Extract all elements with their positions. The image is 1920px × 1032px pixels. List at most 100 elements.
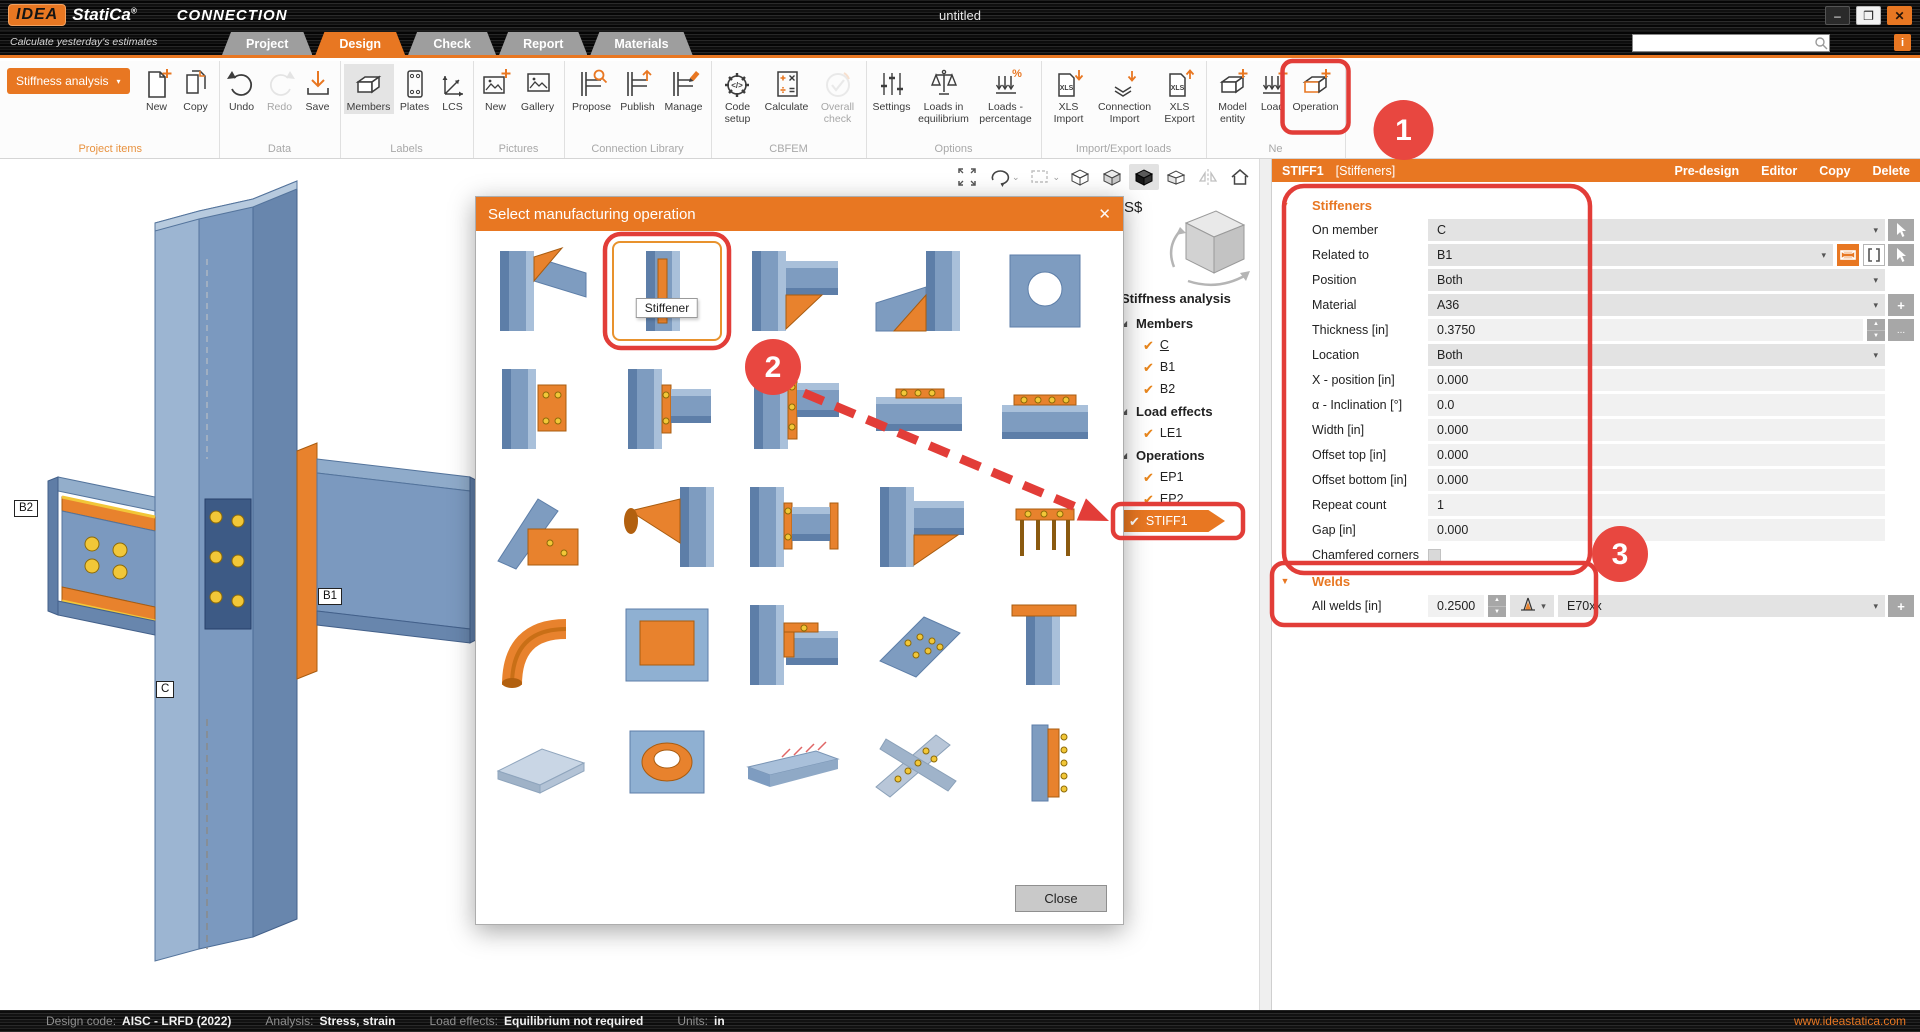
tree-item-ep1[interactable]: ✔EP1 [1121,466,1259,488]
input-thickness-in-[interactable]: 0.3750 [1428,319,1863,341]
value-stepper[interactable]: ▲▼ [1867,319,1885,341]
operation-thumb-stool[interactable] [994,481,1096,573]
tree-item-b1[interactable]: ✔B1 [1121,356,1259,378]
tree-item-c[interactable]: ✔C [1121,334,1259,356]
dropdown-position[interactable]: Both▾ [1428,269,1885,291]
tree-item-le1[interactable]: ✔LE1 [1121,422,1259,444]
ribbon-button-manage[interactable]: Manage [660,64,708,114]
ribbon-button-new[interactable]: New [477,64,515,114]
operation-thumb-base-plate[interactable] [490,717,592,809]
maximize-button[interactable]: ❐ [1856,6,1881,25]
operation-thumb-end-plate[interactable] [742,363,844,455]
operation-thumb-corbel[interactable] [616,363,718,455]
operation-thumb-splice-plates[interactable] [868,363,970,455]
stiffener-position-toggle[interactable] [1837,244,1859,266]
operation-thumb-wedge-cut[interactable] [868,245,970,337]
tab-materials[interactable]: Materials [590,32,692,55]
weld-size-input[interactable]: 0.2500 [1428,595,1484,617]
dropdown-material[interactable]: A36▾ [1428,294,1885,316]
ribbon-button-loads-percentage[interactable]: %Loads - percentage [974,64,1038,125]
ribbon-button-undo[interactable]: Undo [223,64,261,114]
home-view-icon[interactable] [1225,164,1255,190]
tree-section-load-effects[interactable]: ◢Load effects [1121,400,1259,422]
dialog-header[interactable]: Select manufacturing operation ✕ [476,197,1123,231]
dropdown-on-member[interactable]: C▾ [1428,219,1885,241]
ribbon-button-members[interactable]: Members [344,64,394,114]
collapse-triangle-icon[interactable]: ▼ [1272,576,1298,586]
operation-thumb-stiffener[interactable]: Stiffener [616,245,718,337]
input-width-in-[interactable]: 0.000 [1428,419,1885,441]
operation-thumb-flange-plate[interactable] [994,363,1096,455]
dropdown-related-to[interactable]: B1▾ [1428,244,1833,266]
orbit-icon[interactable]: ⌄ [984,164,1023,190]
add-item-button[interactable]: + [1888,595,1914,617]
ribbon-button-publish[interactable]: Publish [616,64,660,114]
dropdown-location[interactable]: Both▾ [1428,344,1885,366]
value-stepper[interactable]: ▲▼ [1488,595,1506,617]
tree-item-b2[interactable]: ✔B2 [1121,378,1259,400]
operation-thumb-bolt-grid[interactable] [868,599,970,691]
ribbon-button-new[interactable]: New [138,64,176,114]
input--inclination-[interactable]: 0.0 [1428,394,1885,416]
operation-thumb-sheeting-plate[interactable] [616,599,718,691]
header-action-delete[interactable]: Delete [1872,164,1910,178]
tree-item-stiff1[interactable]: ✔STIFF1 [1121,510,1225,532]
input-repeat-count[interactable]: 1 [1428,494,1885,516]
checkbox-checked-icon[interactable]: ✔ [1129,515,1140,528]
checkbox-checked-icon[interactable]: ✔ [1143,361,1154,374]
select-in-scene-button[interactable] [1888,244,1914,266]
checkbox-checked-icon[interactable]: ✔ [1143,383,1154,396]
operation-thumb-ring[interactable] [616,717,718,809]
select-in-scene-button[interactable] [1888,219,1914,241]
ribbon-button-gallery[interactable]: Gallery [515,64,561,114]
input-offset-top-in-[interactable]: 0.000 [1428,444,1885,466]
operation-thumb-pipe-bend[interactable] [490,599,592,691]
dialog-close-button[interactable]: Close [1015,885,1107,912]
operation-thumb-bolted-stub[interactable] [742,481,844,573]
search-input[interactable] [1633,37,1813,49]
ribbon-button-model-entity[interactable]: Model entity [1210,64,1256,125]
operation-thumb-anchor-plate[interactable] [994,717,1096,809]
ribbon-button-load[interactable]: Load [1256,64,1290,114]
tab-check[interactable]: Check [408,32,496,55]
ribbon-button-copy[interactable]: Copy [176,64,216,114]
ribbon-button-propose[interactable]: Propose [568,64,616,114]
group-header-welds[interactable]: ▼Welds [1272,568,1914,594]
operation-thumb-opening[interactable] [994,245,1096,337]
search-box[interactable] [1632,34,1830,52]
fit-view-icon[interactable] [952,164,982,190]
info-button[interactable]: i [1894,34,1911,51]
ribbon-button-settings[interactable]: Settings [870,64,914,114]
plate-orientation-toggle[interactable] [1863,244,1885,266]
website-link[interactable]: www.ideastatica.com [1794,1014,1906,1028]
ribbon-button-loads-in-equilibrium[interactable]: Loads in equilibrium [914,64,974,125]
operation-thumb-plate-to-column[interactable] [490,363,592,455]
chamfered-corners-checkbox[interactable] [1428,549,1441,562]
dialog-close-icon[interactable]: ✕ [1098,205,1111,223]
header-action-pre-design[interactable]: Pre-design [1675,164,1740,178]
input-gap-in-[interactable]: 0.000 [1428,519,1885,541]
more-options-button[interactable]: ... [1888,319,1914,341]
ribbon-button-xls-import[interactable]: XLSXLS Import [1045,64,1093,125]
operation-thumb-cone[interactable] [616,481,718,573]
input-offset-bottom-in-[interactable]: 0.000 [1428,469,1885,491]
checkbox-checked-icon[interactable]: ✔ [1143,471,1154,484]
operation-thumb-gusset-plate[interactable] [490,481,592,573]
operation-thumb-cap-plate[interactable] [994,599,1096,691]
checkbox-checked-icon[interactable]: ✔ [1143,427,1154,440]
close-button[interactable]: ✕ [1887,6,1912,25]
analysis-type-dropdown[interactable]: Stiffness analysis▾ [7,68,130,94]
minimize-button[interactable]: – [1825,6,1850,25]
ribbon-button-code-setup[interactable]: </>Code setup [715,64,761,125]
tab-report[interactable]: Report [499,32,587,55]
header-action-editor[interactable]: Editor [1761,164,1797,178]
ribbon-button-plates[interactable]: Plates [394,64,436,114]
ribbon-button-calculate[interactable]: Calculate [761,64,813,114]
ribbon-button-xls-export[interactable]: XLSXLS Export [1157,64,1203,125]
operation-thumb-long-plate[interactable] [742,717,844,809]
ribbon-button-save[interactable]: Save [299,64,337,114]
ribbon-button-lcs[interactable]: LCS [436,64,470,114]
operation-thumb-cut-of-member[interactable] [490,245,592,337]
transparent-view-icon[interactable] [1161,164,1191,190]
weld-type-dropdown[interactable]: ▾ [1510,595,1554,617]
